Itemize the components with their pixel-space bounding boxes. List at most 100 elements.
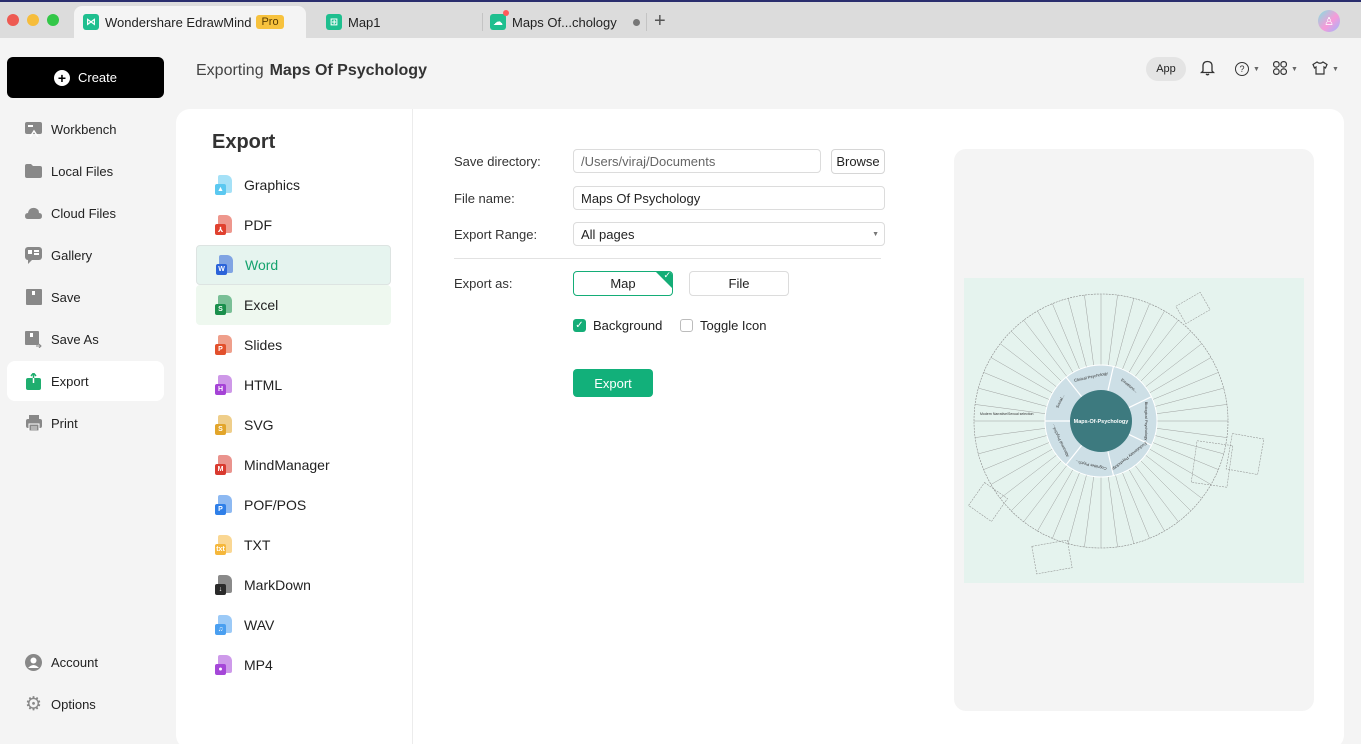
export-as-map-option[interactable]: Map ✓	[573, 271, 673, 296]
branch-divider	[1052, 303, 1080, 370]
format-label: Graphics	[244, 177, 301, 193]
preview-canvas: Clinical Psychology Emotions... Biological…	[964, 278, 1304, 583]
format-item-svg[interactable]: S SVG	[196, 405, 391, 445]
branch-divider	[1155, 387, 1224, 407]
file-name-label: File name:	[454, 191, 515, 206]
sidebar-item-print[interactable]: Print	[7, 403, 164, 443]
branch-divider	[1152, 372, 1219, 400]
mindmap-file-icon: ⊞	[326, 14, 342, 30]
format-list: Export ▲ Graphics ⅄ PDF W Word S Excel P Slides H H…	[176, 109, 413, 744]
export-panel: Export ▲ Graphics ⅄ PDF W Word S Excel P Slides H H…	[176, 109, 1344, 744]
leaf-box	[1175, 291, 1211, 325]
format-item-graphics[interactable]: ▲ Graphics	[196, 165, 391, 205]
checkbox-checked-icon: ✓	[573, 319, 586, 332]
branch-divider	[990, 448, 1053, 485]
ring-topic-label: Biological Psychology	[1144, 402, 1149, 441]
export-button[interactable]: Export	[573, 369, 653, 397]
format-item-markdown[interactable]: ↓ MarkDown	[196, 565, 391, 605]
pro-badge: Pro	[256, 15, 284, 29]
format-item-mindmanager[interactable]: M MindManager	[196, 445, 391, 485]
format-item-excel[interactable]: S Excel	[196, 285, 391, 325]
tab-map1[interactable]: ⊞ Map1	[326, 6, 381, 38]
edrawmind-logo-icon: ⋈	[83, 14, 99, 30]
mindmap-preview-diagram: Clinical PsychologyEmotions...Biological…	[968, 291, 1265, 575]
sidebar-item-save[interactable]: Save	[7, 277, 164, 317]
notification-bell-button[interactable]	[1199, 60, 1216, 78]
help-menu-button[interactable]: ? ▼	[1235, 60, 1260, 78]
sidebar-item-cloud-files[interactable]: Cloud Files	[7, 193, 164, 233]
format-item-html[interactable]: H HTML	[196, 365, 391, 405]
browse-button[interactable]: Browse	[831, 149, 885, 174]
minimize-window-button[interactable]	[27, 14, 39, 26]
central-topic-label: Maps-Of-Psychology	[1074, 419, 1130, 425]
export-icon	[25, 372, 42, 390]
format-item-pdf[interactable]: ⅄ PDF	[196, 205, 391, 245]
maximize-window-button[interactable]	[47, 14, 59, 26]
save-icon	[25, 289, 42, 306]
close-window-button[interactable]	[7, 14, 19, 26]
branch-divider	[1115, 475, 1135, 544]
export-as-label: Export as:	[454, 276, 513, 291]
sidebar-item-export[interactable]: Export	[7, 361, 164, 401]
branch-divider	[1152, 442, 1219, 470]
leaf-box	[968, 482, 1008, 522]
tab-divider	[482, 13, 483, 31]
branch-divider	[1067, 475, 1087, 544]
branch-divider	[1037, 469, 1074, 532]
option-label: File	[728, 276, 750, 291]
sidebar-item-label: Options	[51, 696, 96, 712]
tab-divider	[646, 13, 647, 31]
new-tab-button[interactable]: +	[654, 10, 666, 33]
slides-file-icon: P	[215, 335, 232, 355]
theme-menu-button[interactable]: ▼	[1312, 60, 1339, 78]
checkbox-unchecked-icon	[680, 319, 693, 332]
branch-divider	[1128, 310, 1165, 373]
markdown-file-icon: ↓	[215, 575, 232, 595]
export-range-select[interactable]: All pages ▼	[573, 222, 885, 246]
svg-file-icon: S	[215, 415, 232, 435]
sidebar-item-save-as[interactable]: Save As	[7, 319, 164, 359]
branch-divider	[1134, 320, 1179, 377]
user-avatar[interactable]: ♙	[1318, 10, 1340, 32]
branch-divider	[1023, 465, 1068, 522]
create-button[interactable]: + Create	[7, 57, 164, 98]
branch-divider	[1149, 448, 1212, 485]
app-button[interactable]: App	[1146, 57, 1186, 81]
branch-divider	[983, 372, 1050, 400]
format-item-pof-pos[interactable]: P POF/POS	[196, 485, 391, 525]
toggle-icon-checkbox[interactable]: Toggle Icon	[680, 318, 767, 333]
sidebar-item-label: Local Files	[51, 163, 114, 179]
format-item-word[interactable]: W Word	[196, 245, 391, 285]
sidebar-item-gallery[interactable]: Gallery	[7, 235, 164, 275]
apps-menu-button[interactable]: ▼	[1273, 60, 1298, 78]
branch-divider	[1156, 404, 1227, 414]
sidebar-item-local-files[interactable]: Local Files	[7, 151, 164, 191]
branch-divider	[1122, 472, 1150, 539]
branch-divider	[1140, 460, 1191, 511]
gallery-icon	[25, 246, 42, 264]
title-bar: ⋈ Wondershare EdrawMind Pro ⊞ Map1 ☁ Map…	[0, 0, 1361, 38]
caret-down-icon: ▼	[872, 231, 879, 238]
format-item-txt[interactable]: txt TXT	[196, 525, 391, 565]
format-item-wav[interactable]: ♫ WAV	[196, 605, 391, 645]
branch-divider	[1108, 476, 1118, 547]
mindmanager-file-icon: M	[215, 455, 232, 475]
format-item-mp4[interactable]: ● MP4	[196, 645, 391, 685]
background-checkbox[interactable]: ✓ Background	[573, 318, 662, 333]
heading-prefix: Exporting	[196, 62, 264, 79]
unsaved-dot-icon[interactable]	[632, 18, 640, 26]
sidebar-item-label: Save As	[51, 331, 99, 347]
export-as-file-option[interactable]: File	[689, 271, 789, 296]
branch-divider	[978, 387, 1047, 407]
sidebar-item-options[interactable]: ⚙ Options	[7, 684, 164, 724]
sidebar-item-label: Cloud Files	[51, 205, 117, 221]
file-name-input[interactable]: Maps Of Psychology	[573, 186, 885, 210]
format-item-slides[interactable]: P Slides	[196, 325, 391, 365]
sidebar-item-workbench[interactable]: Workbench	[7, 109, 164, 149]
sidebar-item-account[interactable]: Account	[7, 642, 164, 682]
branch-divider	[1134, 465, 1179, 522]
save-directory-input[interactable]: /Users/viraj/Documents	[573, 149, 821, 173]
branch-divider	[1011, 331, 1062, 382]
tab-maps-of-psychology[interactable]: ☁ Maps Of...chology	[490, 6, 640, 38]
tab-edrawmind-home[interactable]: ⋈ Wondershare EdrawMind Pro	[74, 6, 306, 38]
